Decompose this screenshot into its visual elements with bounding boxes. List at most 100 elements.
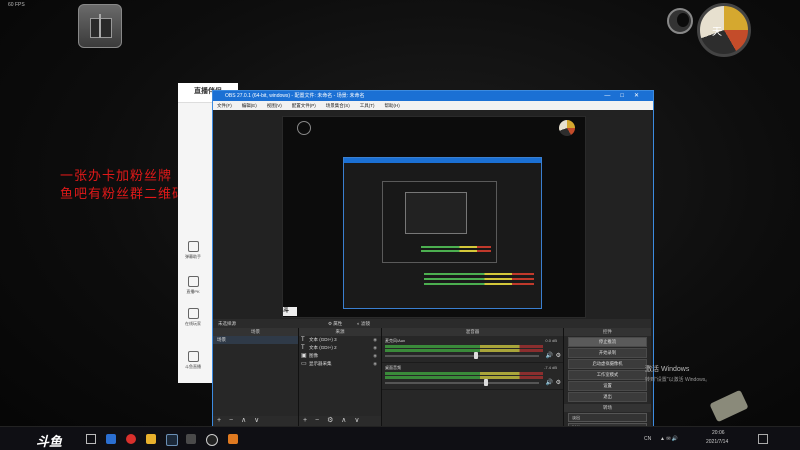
douyu-logo: 斗鱼: [36, 434, 63, 449]
gear-icon[interactable]: ⚙: [556, 379, 561, 386]
douyu-logo-small: 斗: [283, 307, 297, 316]
folder-icon[interactable]: [146, 434, 156, 444]
start-recording-button[interactable]: 开始录制: [568, 348, 647, 358]
stop-streaming-button[interactable]: 停止推流: [568, 337, 647, 347]
sources-toolbar[interactable]: + − ⚙ ∧ ∨: [299, 416, 381, 426]
menu-profile[interactable]: 配置文件(P): [292, 103, 316, 108]
danmu-assistant-item[interactable]: 弹幕助手: [178, 241, 208, 260]
eye-icon[interactable]: ◉: [373, 352, 377, 360]
players-icon: [187, 308, 199, 319]
context-bar: 未选择源 ⚙ 属性 ◐ 滤镜: [213, 319, 651, 328]
fps-counter: 60 FPS: [8, 2, 25, 8]
app-icon[interactable]: [186, 434, 196, 444]
steam-icon[interactable]: [166, 434, 178, 446]
menu-file[interactable]: 文件(F): [217, 103, 232, 108]
danmu-line-1: 一张办卡加粉丝牌: [60, 168, 173, 183]
menu-scene-collection[interactable]: 场景集合(S): [326, 103, 350, 108]
clock-icon: [559, 120, 575, 136]
sources-dock: 来源 T 文本 (GDI+) 3 ◉ T 文本 (GDI+) 2 ◉ ▣ 图像 ◉ ▭ 显示器…: [299, 328, 382, 426]
nested-obs-window-2: [382, 181, 497, 263]
source-item[interactable]: ▣ 图像 ◉: [299, 352, 381, 360]
menu-view[interactable]: 视图(V): [267, 103, 282, 108]
eye-icon[interactable]: ◉: [373, 360, 377, 368]
minimize-icon[interactable]: —: [604, 93, 620, 99]
properties-button[interactable]: ⚙ 属性: [328, 319, 342, 328]
mixer-channel-desktop: 桌面音频 -7.4 dB 🔊 ⚙: [382, 363, 563, 390]
no-source-label: 未选择源: [218, 321, 236, 326]
scene-item[interactable]: 场景: [213, 336, 298, 344]
source-item[interactable]: T 文本 (GDI+) 3 ◉: [299, 336, 381, 344]
speaker-icon[interactable]: 🔊: [546, 379, 553, 386]
eye-icon[interactable]: ◉: [373, 336, 377, 344]
eye-icon[interactable]: ◉: [373, 344, 377, 352]
channel-name: 麦克风/Aux: [385, 338, 406, 343]
douyu-app-icon[interactable]: [126, 434, 136, 444]
obs-title: OBS 27.0.1 (64-bit, windows) - 配置文件: 未命名…: [225, 93, 365, 99]
live-pk-item[interactable]: 直播PK: [178, 276, 208, 295]
moon-icon: [667, 8, 693, 34]
chat-icon: [187, 241, 199, 252]
scenes-toolbar[interactable]: + − ∧ ∨: [213, 416, 298, 426]
scenes-header: 场景: [213, 328, 298, 336]
filters-button[interactable]: ◐ 滤镜: [357, 319, 370, 328]
controls-header: 控件: [564, 328, 651, 336]
transition-select[interactable]: 淡出: [568, 413, 647, 422]
obs-title-bar[interactable]: OBS 27.0.1 (64-bit, windows) - 配置文件: 未命名…: [213, 91, 653, 101]
close-icon[interactable]: ✕: [634, 93, 649, 99]
controls-dock: 控件 停止推流 开始录制 启动虚拟摄像机 工作室模式 设置 退出 转场 淡出 时…: [564, 328, 651, 432]
studio-mode-button[interactable]: 工作室模式: [568, 370, 647, 380]
douyu-live-item[interactable]: 斗鱼直播: [178, 351, 208, 370]
scroll-decor-icon: [709, 389, 749, 423]
speaker-icon[interactable]: 🔊: [546, 352, 553, 359]
notification-icon[interactable]: [758, 434, 768, 444]
task-view-icon[interactable]: [86, 434, 96, 444]
volume-knob[interactable]: [484, 379, 488, 386]
tray-icons[interactable]: ▲ ✉ 🔊: [660, 436, 678, 442]
input-language[interactable]: CN: [644, 436, 651, 442]
obs-menu-bar: 文件(F) 编辑(E) 视图(V) 配置文件(P) 场景集合(S) 工具(T) 帮助(H): [213, 101, 653, 110]
display-capture-icon: ▭: [301, 361, 307, 367]
menu-tools[interactable]: 工具(T): [360, 103, 375, 108]
text-icon: T: [301, 337, 305, 343]
obs-window: OBS 27.0.1 (64-bit, windows) - 配置文件: 未命名…: [212, 90, 654, 439]
audio-mixer-dock: 混音器 麦克风/Aux 0.0 dB 🔊 ⚙ 桌面音频 -7.4 dB 🔊 ⚙: [382, 328, 564, 426]
settings-button[interactable]: 设置: [568, 381, 647, 391]
channel-db: 0.0 dB: [545, 338, 557, 343]
source-item[interactable]: T 文本 (GDI+) 2 ◉: [299, 344, 381, 352]
nested-obs-window-3: [405, 192, 467, 234]
sources-header: 来源: [299, 328, 381, 336]
gift-box-icon[interactable]: [78, 4, 122, 48]
nested-obs-window: [343, 157, 542, 309]
activate-windows-notice: 激活 Windows 转到"设置"以激活 Windows。: [645, 366, 711, 383]
gear-icon[interactable]: ⚙: [556, 352, 561, 359]
search-icon: [187, 351, 199, 362]
menu-edit[interactable]: 编辑(E): [242, 103, 257, 108]
maximize-icon[interactable]: □: [620, 93, 634, 99]
volume-knob[interactable]: [474, 352, 478, 359]
game-icon[interactable]: [228, 434, 238, 444]
clock-time[interactable]: 20:06: [712, 430, 725, 436]
online-players-item[interactable]: 在线玩家: [178, 308, 208, 327]
volume-slider[interactable]: [385, 355, 539, 357]
day-clock-icon: 天: [697, 3, 751, 57]
volume-slider[interactable]: [385, 382, 539, 384]
scenes-dock: 场景 场景 + − ∧ ∨: [213, 328, 299, 426]
channel-db: -7.4 dB: [544, 365, 557, 370]
start-virtual-camera-button[interactable]: 启动虚拟摄像机: [568, 359, 647, 369]
source-item[interactable]: ▭ 显示器采集 ◉: [299, 360, 381, 368]
obs-taskbar-icon[interactable]: [206, 434, 218, 446]
exit-button[interactable]: 退出: [568, 392, 647, 402]
taskbar: 斗鱼 CN ▲ ✉ 🔊 20:06 2021/7/14: [0, 426, 800, 450]
clock-date[interactable]: 2021/7/14: [706, 439, 728, 445]
danmu-line-2: 鱼吧有粉丝群二维码: [60, 186, 187, 201]
menu-help[interactable]: 帮助(H): [385, 103, 400, 108]
edge-icon[interactable]: [106, 434, 116, 444]
image-icon: ▣: [301, 353, 307, 359]
text-icon: T: [301, 345, 305, 351]
pk-icon: [187, 276, 199, 287]
channel-name: 桌面音频: [385, 365, 401, 370]
clock-label: 天: [712, 27, 722, 38]
moon-icon: [297, 121, 311, 135]
preview-canvas[interactable]: 斗: [282, 116, 586, 318]
preview-area: 斗: [213, 110, 651, 319]
